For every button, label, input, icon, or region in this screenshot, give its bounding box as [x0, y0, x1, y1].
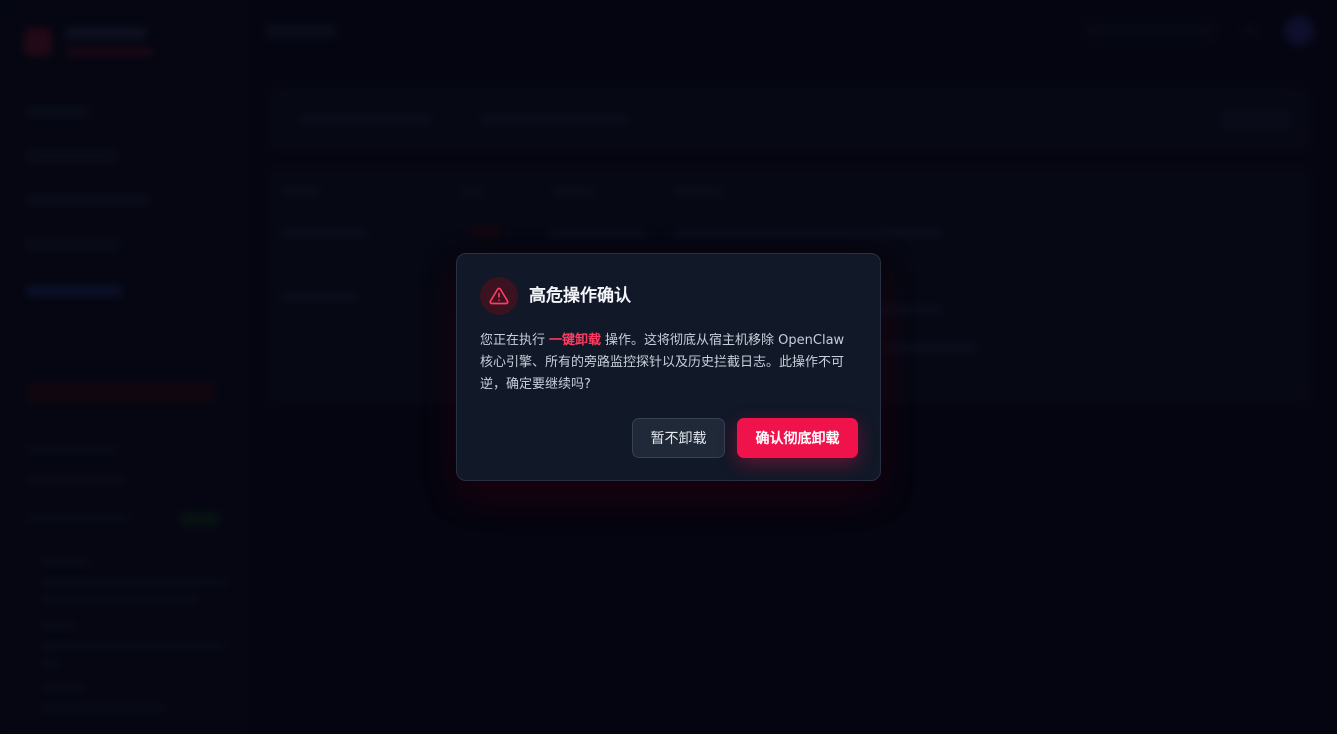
dialog-message: 您正在执行 一键卸载 操作。这将彻底从宿主机移除 OpenClaw 核心引擎、所有的… [480, 330, 860, 396]
warning-icon-container [480, 277, 518, 315]
app-window: 高危操作确认 您正在执行 一键卸载 操作。这将彻底从宿主机移除 OpenClaw 核… [0, 0, 1337, 734]
confirm-uninstall-button[interactable]: 确认彻底卸载 [737, 418, 858, 458]
dialog-title: 高危操作确认 [529, 286, 631, 306]
cancel-button[interactable]: 暂不卸载 [632, 418, 725, 458]
message-prefix: 您正在执行 [480, 333, 546, 348]
warning-triangle-icon [489, 287, 509, 305]
message-highlight: 一键卸载 [549, 333, 602, 348]
confirm-dialog: 高危操作确认 您正在执行 一键卸载 操作。这将彻底从宿主机移除 OpenClaw 核… [456, 253, 881, 481]
